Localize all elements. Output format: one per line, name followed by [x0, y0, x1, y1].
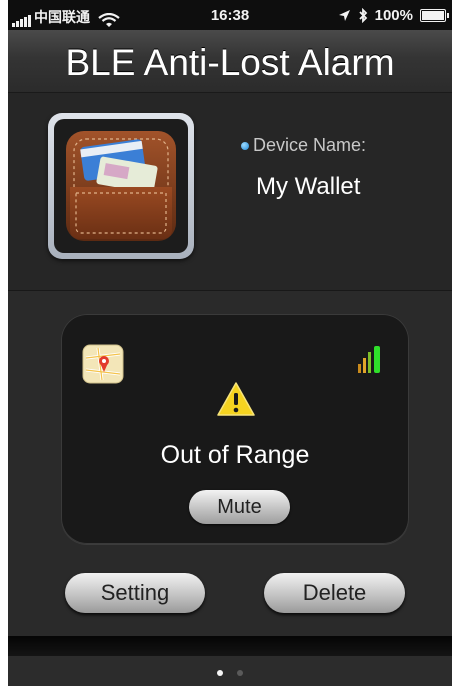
signal-strength-icon — [358, 346, 380, 373]
warning-icon — [217, 382, 255, 416]
status-dot-icon — [241, 141, 249, 150]
delete-button[interactable]: Delete — [264, 573, 405, 613]
phone-screen: 中国联通 16:38 100% BLE Anti-Lost Alarm Devi… — [8, 0, 452, 686]
app-title: BLE Anti-Lost Alarm — [65, 42, 395, 83]
status-card: Out of Range Mute — [61, 314, 409, 544]
location-arrow-icon — [338, 10, 350, 21]
device-section: Device Name: My Wallet — [8, 93, 452, 291]
status-panel: Out of Range Mute Setting Delete — [8, 291, 452, 636]
range-status-text: Out of Range — [160, 441, 310, 469]
battery-icon — [420, 9, 449, 22]
mute-button[interactable]: Mute — [189, 490, 290, 524]
battery-fill — [422, 11, 444, 20]
device-name-label: Device Name: — [241, 135, 366, 156]
page-dot[interactable] — [217, 670, 223, 676]
status-bar: 中国联通 16:38 100% — [8, 0, 452, 30]
device-image-frame[interactable] — [48, 113, 194, 259]
device-name-label-text: Device Name: — [253, 135, 367, 155]
page-dots[interactable] — [8, 670, 452, 676]
battery-percent: 100% — [374, 7, 413, 24]
page-indicator-bar — [8, 656, 452, 686]
bottom-divider-bar — [8, 636, 452, 656]
bluetooth-icon — [358, 8, 367, 23]
map-icon[interactable] — [82, 344, 124, 384]
page-dot[interactable] — [237, 670, 243, 676]
status-right: 100% — [338, 7, 449, 24]
setting-button[interactable]: Setting — [65, 573, 205, 613]
device-name-value[interactable]: My Wallet — [256, 173, 360, 201]
title-bar: BLE Anti-Lost Alarm — [8, 30, 452, 93]
wallet-icon — [66, 131, 176, 241]
